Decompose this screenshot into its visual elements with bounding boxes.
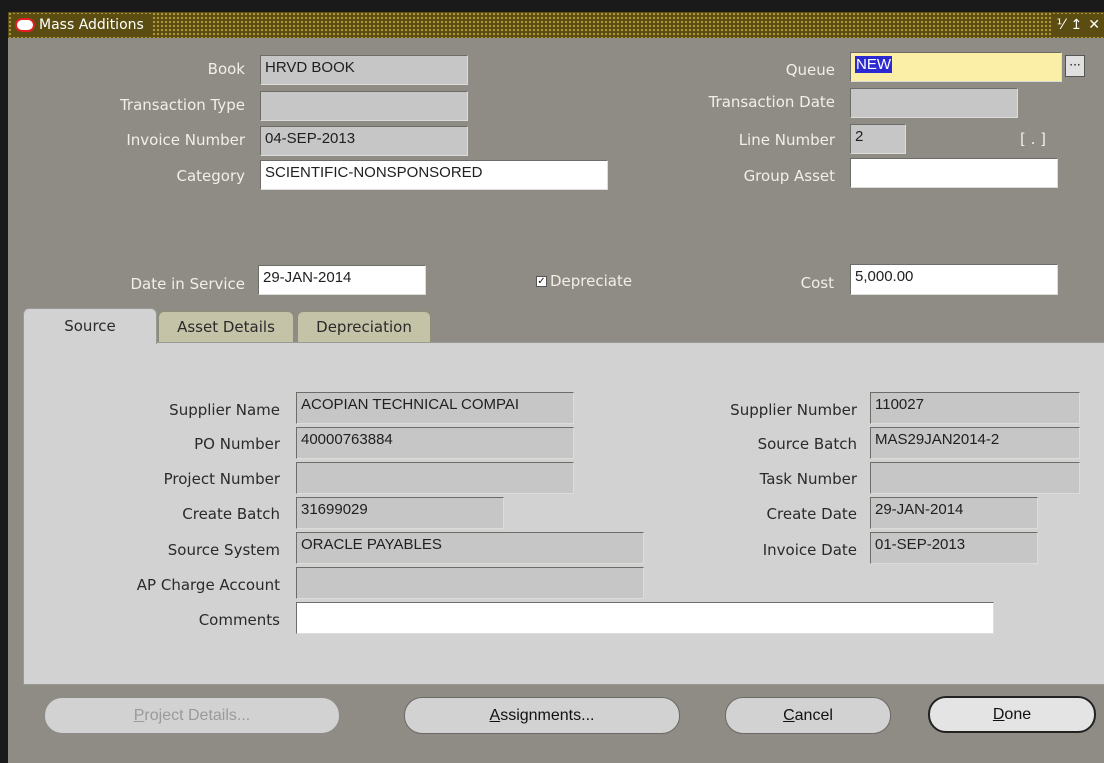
line-number-field[interactable]: 2 (850, 124, 906, 154)
group-asset-label: Group Asset (743, 167, 835, 185)
task-number-label: Task Number (759, 470, 857, 488)
title-bar[interactable] (8, 12, 1104, 38)
date-in-service-label: Date in Service (130, 275, 246, 293)
done-button[interactable]: Done (928, 696, 1096, 733)
category-label: Category (176, 167, 245, 185)
ap-charge-account-label: AP Charge Account (136, 576, 280, 594)
source-batch-field[interactable]: MAS29JAN2014-2 (870, 427, 1080, 459)
done-label: one (1004, 706, 1032, 723)
line-number-label: Line Number (738, 131, 835, 149)
create-date-field[interactable]: 29-JAN-2014 (870, 497, 1038, 529)
maximize-icon[interactable]: ↥ (1071, 17, 1083, 33)
source-system-field[interactable]: ORACLE PAYABLES (296, 532, 644, 564)
tab-depreciation[interactable]: Depreciation (297, 311, 431, 342)
po-number-field[interactable]: 40000763884 (296, 427, 574, 459)
assignments-button[interactable]: Assignments... (404, 697, 680, 734)
po-number-label: PO Number (194, 435, 280, 453)
project-number-label: Project Number (163, 470, 280, 488)
book-field[interactable]: HRVD BOOK (260, 55, 468, 85)
queue-field[interactable]: NEW (850, 52, 1062, 82)
supplier-name-label: Supplier Name (169, 401, 280, 419)
transaction-type-label: Transaction Type (119, 96, 245, 114)
supplier-number-field[interactable]: 110027 (870, 392, 1080, 424)
group-asset-field[interactable] (850, 158, 1058, 188)
window-title: Mass Additions (39, 17, 144, 33)
category-field[interactable]: SCIENTIFIC-NONSPONSORED (260, 160, 608, 190)
transaction-date-label: Transaction Date (708, 93, 835, 111)
close-icon[interactable]: ✕ (1088, 17, 1100, 33)
queue-lov-button[interactable]: ··· (1065, 55, 1085, 77)
project-details-label: roject Details... (144, 707, 251, 724)
comments-field[interactable] (296, 602, 994, 634)
queue-value: NEW (855, 56, 892, 73)
source-batch-label: Source Batch (757, 435, 857, 453)
project-details-accel: P (133, 707, 145, 724)
invoice-number-label: Invoice Number (126, 131, 245, 149)
cost-label: Cost (800, 274, 834, 292)
assignments-accel: A (489, 707, 501, 724)
cancel-accel: C (783, 707, 795, 724)
transaction-type-field[interactable] (260, 91, 468, 121)
supplier-number-label: Supplier Number (730, 401, 857, 419)
book-label: Book (207, 60, 245, 78)
queue-label: Queue (785, 61, 835, 79)
title-area: Mass Additions (12, 14, 152, 36)
minimize-icon[interactable]: ⅟ (1057, 17, 1065, 33)
tab-source[interactable]: Source (23, 308, 157, 344)
source-system-label: Source System (167, 541, 280, 559)
depreciate-label: Depreciate (550, 272, 633, 290)
window-controls: ⅟ ↥ ✕ (1052, 14, 1104, 36)
comments-label: Comments (198, 611, 280, 629)
cancel-label: ancel (794, 707, 833, 724)
descriptive-flexfield[interactable]: [ . ] (1020, 130, 1046, 148)
invoice-date-field[interactable]: 01-SEP-2013 (870, 532, 1038, 564)
create-batch-label: Create Batch (182, 505, 280, 523)
task-number-field[interactable] (870, 462, 1080, 494)
assignments-label: ssignments... (500, 707, 595, 724)
supplier-name-field[interactable]: ACOPIAN TECHNICAL COMPAI (296, 392, 574, 424)
invoice-date-label: Invoice Date (762, 541, 857, 559)
cancel-button[interactable]: Cancel (725, 697, 891, 734)
depreciate-checkbox[interactable]: ✓ (536, 276, 547, 287)
tab-asset-details[interactable]: Asset Details (158, 311, 294, 342)
create-batch-field[interactable]: 31699029 (296, 497, 504, 529)
cost-field[interactable]: 5,000.00 (850, 264, 1058, 295)
transaction-date-field[interactable] (850, 88, 1018, 118)
invoice-number-field[interactable]: 04-SEP-2013 (260, 126, 468, 156)
create-date-label: Create Date (766, 505, 857, 523)
ap-charge-account-field[interactable] (296, 567, 644, 599)
project-details-button[interactable]: Project Details... (44, 697, 340, 734)
project-number-field[interactable] (296, 462, 574, 494)
oracle-logo-icon (15, 18, 35, 32)
date-in-service-field[interactable]: 29-JAN-2014 (258, 265, 426, 295)
done-accel: D (992, 706, 1005, 723)
